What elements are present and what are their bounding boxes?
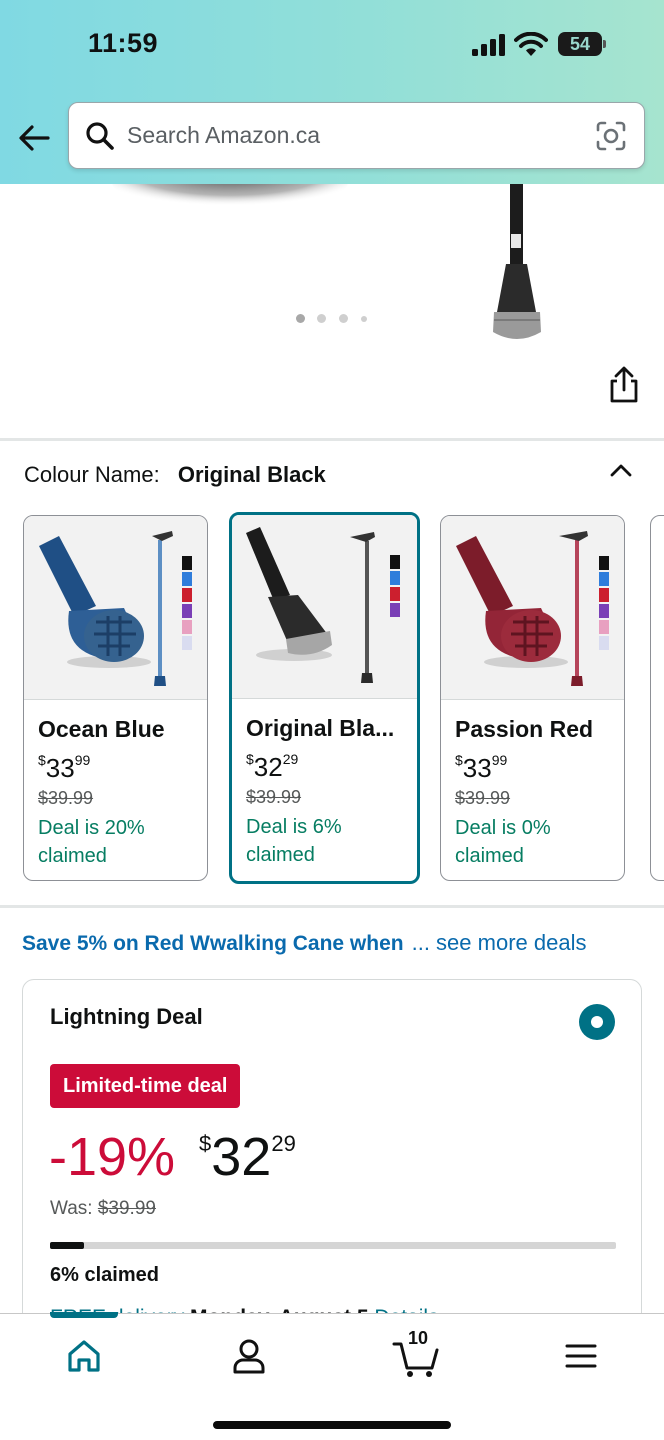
see-more-deals-link[interactable]: ... see more deals [412, 930, 587, 955]
swatch-was-price: $39.99 [38, 788, 94, 808]
claimed-progress-bar [50, 1242, 616, 1249]
status-bar: 11:59 54 [0, 0, 664, 90]
was-price-row: Was: $39.99 [50, 1198, 156, 1219]
swatch-name: Original Bla... [246, 715, 395, 741]
chevron-up-icon[interactable] [606, 456, 636, 486]
section-divider [0, 438, 664, 441]
swatch-price: $3399 [455, 752, 508, 783]
product-image-carousel[interactable] [0, 184, 664, 438]
swatch-deal-claimed: Deal is 20% claimed [38, 817, 145, 867]
colour-swatch-next-peek[interactable] [650, 515, 664, 881]
deal-radio-button[interactable] [579, 1004, 615, 1040]
menu-icon[interactable] [559, 1334, 603, 1378]
colour-name-row: Colour Name: Original Black [24, 462, 326, 488]
colour-swatch-ocean-blue[interactable]: Ocean Blue $3399 $39.99 Deal is 20% clai… [23, 515, 208, 881]
lightning-deal-card[interactable]: Lightning Deal Limited-time deal -19% $3… [22, 979, 642, 1339]
camera-lens-icon[interactable] [595, 120, 627, 152]
swatch-deal-claimed: Deal is 0% claimed [455, 817, 551, 867]
header: 11:59 54 [0, 0, 664, 184]
promo-text[interactable]: Save 5% on Red Wwalking Cane when [22, 932, 404, 955]
swatch-name: Passion Red [455, 716, 594, 742]
account-icon[interactable] [227, 1334, 271, 1378]
cane-image [456, 531, 609, 686]
back-arrow-icon[interactable] [14, 118, 54, 158]
search-icon [86, 122, 114, 150]
claimed-text: 6% claimed [50, 1264, 159, 1286]
colour-value: Original Black [177, 462, 326, 487]
colour-swatch-passion-red[interactable]: Passion Red $3399 $39.99 Deal is 0% clai… [440, 515, 625, 881]
carousel-dot [296, 314, 305, 323]
carousel-dot [339, 314, 348, 323]
status-time: 11:59 [88, 28, 159, 58]
section-divider [0, 905, 664, 908]
wifi-icon [514, 32, 548, 56]
battery-icon: 54 [558, 32, 606, 56]
home-indicator [213, 1421, 451, 1429]
swatch-image [24, 516, 207, 700]
colour-label: Colour Name: [24, 462, 160, 487]
swatch-name: Ocean Blue [38, 716, 165, 742]
limited-time-badge: Limited-time deal [50, 1064, 241, 1108]
cart-count: 10 [408, 1328, 429, 1348]
swatch-deal-claimed: Deal is 6% claimed [246, 816, 342, 866]
swatch-image [441, 516, 624, 700]
bottom-nav: 10 [0, 1312, 664, 1440]
cane-image [246, 527, 400, 683]
product-image [112, 184, 541, 339]
promo-row[interactable]: Save 5% on Red Wwalking Cane when ... see… [22, 930, 586, 956]
colour-swatch-original-black[interactable]: Original Bla... $3229 $39.99 Deal is 6% … [229, 512, 420, 884]
home-icon[interactable] [62, 1334, 106, 1378]
search-input[interactable] [127, 103, 577, 167]
cane-image [39, 531, 192, 686]
was-price: $39.99 [97, 1198, 156, 1219]
nav-active-indicator [50, 1312, 118, 1318]
swatch-was-price: $39.99 [246, 787, 302, 807]
deal-price: $3229 [199, 1127, 296, 1187]
battery-level: 54 [569, 34, 591, 54]
discount-percent: -19% [49, 1127, 176, 1187]
cart-button[interactable]: 10 [392, 1328, 442, 1378]
cellular-signal-icon [472, 34, 505, 56]
search-bar[interactable] [68, 102, 645, 169]
carousel-dot [317, 314, 326, 323]
swatch-image [232, 515, 417, 699]
carousel-dot [361, 316, 367, 322]
swatch-price: $3229 [246, 751, 299, 782]
share-icon[interactable] [606, 366, 642, 404]
swatch-was-price: $39.99 [455, 788, 511, 808]
deal-title: Lightning Deal [50, 1004, 203, 1029]
swatch-price: $3399 [38, 752, 91, 783]
